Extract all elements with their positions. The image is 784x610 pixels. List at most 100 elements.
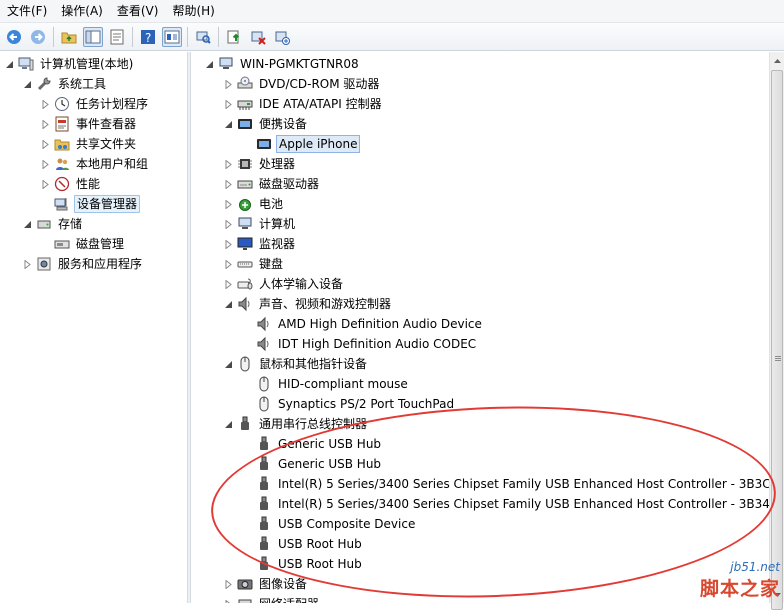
device-tree-node[interactable]: USB Root Hub (242, 534, 364, 554)
console-tree-node[interactable]: 任务计划程序 (40, 94, 150, 114)
console-tree-node[interactable]: 事件查看器 (40, 114, 138, 134)
uninstall-device-icon[interactable] (272, 27, 292, 47)
device-tree-node[interactable]: 通用串行总线控制器 (223, 414, 369, 434)
expand-triangle-icon[interactable] (223, 219, 234, 230)
collapse-triangle-icon[interactable] (223, 299, 234, 310)
expand-triangle-icon[interactable] (22, 259, 33, 270)
back-icon[interactable] (4, 27, 24, 47)
expand-triangle-icon[interactable] (223, 259, 234, 270)
console-tree-node[interactable]: 服务和应用程序 (22, 254, 144, 274)
device-tree-label: 图像设备 (259, 577, 308, 591)
device-tree-node[interactable]: USB Root Hub (242, 554, 364, 574)
device-tree-node[interactable]: Generic USB Hub (242, 454, 383, 474)
expand-triangle-icon[interactable] (223, 579, 234, 590)
device-tree-node[interactable]: Apple iPhone (242, 134, 361, 154)
forward-icon[interactable] (28, 27, 48, 47)
console-tree[interactable]: 计算机管理(本地) 系统工具 任务计划程序 事件查看器 共享文件夹本地用户和组 性能设备管… (0, 52, 187, 603)
device-tree-node[interactable]: Generic USB Hub (242, 434, 383, 454)
collapse-triangle-icon[interactable] (223, 359, 234, 370)
expand-triangle-icon[interactable] (223, 199, 234, 210)
device-tree-node[interactable]: 图像设备 (223, 574, 309, 594)
collapse-triangle-icon[interactable] (22, 219, 33, 230)
computer-icon (237, 216, 253, 232)
menu-item-2[interactable]: 操作(A) (54, 0, 110, 22)
usb-icon (256, 476, 272, 492)
properties-icon[interactable] (107, 27, 127, 47)
device-tree-node[interactable]: 计算机 (223, 214, 297, 234)
expand-triangle-icon[interactable] (223, 159, 234, 170)
device-tree-node[interactable]: WIN-PGMKTGTNR08 (204, 54, 361, 74)
device-tree-label: Intel(R) 5 Series/3400 Series Chipset Fa… (278, 477, 769, 491)
console-tree-node[interactable]: 共享文件夹 (40, 134, 138, 154)
expand-triangle-icon[interactable] (40, 159, 51, 170)
device-tree-node[interactable]: Intel(R) 5 Series/3400 Series Chipset Fa… (242, 494, 769, 514)
console-tree-node[interactable]: 系统工具 (22, 74, 108, 94)
expand-triangle-icon[interactable] (40, 99, 51, 110)
speaker-icon (256, 336, 272, 352)
menu-item-3[interactable]: 查看(V) (110, 0, 166, 22)
device-tree-node[interactable]: 键盘 (223, 254, 285, 274)
device-tree-node[interactable]: Synaptics PS/2 Port TouchPad (242, 394, 456, 414)
help-icon[interactable]: ? (138, 27, 158, 47)
scan-hardware-icon[interactable] (193, 27, 213, 47)
clock-icon (54, 96, 70, 112)
console-tree-node[interactable]: 计算机管理(本地) (4, 54, 135, 74)
device-tree-node[interactable]: IDT High Definition Audio CODEC (242, 334, 478, 354)
device-tree-label: 处理器 (259, 157, 296, 171)
device-tree-node[interactable]: 网络适配器 (223, 594, 321, 603)
expand-triangle-icon[interactable] (40, 119, 51, 130)
collapse-triangle-icon[interactable] (223, 119, 234, 130)
show-tree-icon[interactable] (83, 26, 103, 47)
disable-device-icon[interactable] (248, 27, 268, 47)
console-tree-node[interactable]: 本地用户和组 (40, 154, 150, 174)
up-folder-icon[interactable] (59, 27, 79, 47)
device-tree-node[interactable]: 监视器 (223, 234, 297, 254)
collapse-triangle-icon[interactable] (204, 59, 215, 70)
scrollbar-thumb[interactable] (771, 70, 783, 610)
device-tree-node[interactable]: USB Composite Device (242, 514, 417, 534)
console-tree-label: 性能 (76, 177, 101, 191)
console-tree-node[interactable]: 设备管理器 (40, 194, 141, 214)
console-icon[interactable] (162, 26, 182, 47)
console-tree-node[interactable]: 性能 (40, 174, 102, 194)
device-tree-node[interactable]: IDE ATA/ATAPI 控制器 (223, 94, 384, 114)
device-tree-node[interactable]: DVD/CD-ROM 驱动器 (223, 74, 381, 94)
device-tree-node[interactable]: 声音、视频和游戏控制器 (223, 294, 393, 314)
expand-triangle-icon[interactable] (223, 599, 234, 603)
toolbar: ? (0, 23, 784, 51)
device-tree-node[interactable]: AMD High Definition Audio Device (242, 314, 484, 334)
device-tree-node[interactable]: Intel(R) 5 Series/3400 Series Chipset Fa… (242, 474, 769, 494)
console-tree-node[interactable]: 磁盘管理 (40, 234, 126, 254)
update-driver-icon[interactable] (224, 27, 244, 47)
expand-triangle-icon[interactable] (223, 79, 234, 90)
menu-item-4[interactable]: 帮助(H) (165, 0, 221, 22)
collapse-triangle-icon[interactable] (4, 59, 15, 70)
device-tree-node[interactable]: 电池 (223, 194, 285, 214)
device-tree-node[interactable]: 处理器 (223, 154, 297, 174)
expand-triangle-icon[interactable] (40, 139, 51, 150)
device-tree-node[interactable]: 便携设备 (223, 114, 309, 134)
portable-icon (237, 116, 253, 132)
collapse-triangle-icon[interactable] (22, 79, 33, 90)
expand-triangle-icon[interactable] (223, 239, 234, 250)
mouse-icon (256, 396, 272, 412)
device-tree[interactable]: WIN-PGMKTGTNR08 DVD/CD-ROM 驱动器 IDE ATA/ATA… (191, 52, 769, 603)
scroll-down-arrow-icon[interactable] (770, 586, 784, 603)
device-tree-node[interactable]: 磁盘驱动器 (223, 174, 321, 194)
expand-triangle-icon[interactable] (40, 179, 51, 190)
vertical-scrollbar[interactable] (769, 52, 784, 610)
expand-triangle-icon[interactable] (223, 179, 234, 190)
expand-triangle-icon[interactable] (223, 279, 234, 290)
device-tree-node[interactable]: 鼠标和其他指针设备 (223, 354, 369, 374)
collapse-triangle-icon[interactable] (223, 419, 234, 430)
console-tree-node[interactable]: 存储 (22, 214, 84, 234)
console-tree-label: 本地用户和组 (76, 157, 149, 171)
device-tree-node[interactable]: HID-compliant mouse (242, 374, 410, 394)
device-tree-node[interactable]: 人体学输入设备 (223, 274, 345, 294)
scroll-up-arrow-icon[interactable] (770, 52, 784, 69)
share-icon (54, 136, 70, 152)
expand-triangle-icon[interactable] (223, 99, 234, 110)
menu-item-1[interactable]: 文件(F) (0, 0, 54, 22)
